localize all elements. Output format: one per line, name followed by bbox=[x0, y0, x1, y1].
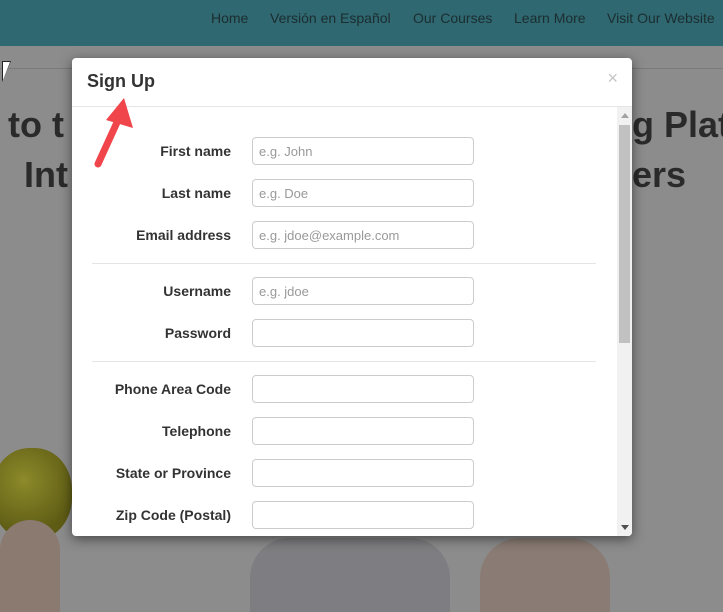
hand-image bbox=[0, 520, 60, 612]
hero-heading-fragment-1: to t bbox=[8, 104, 64, 145]
sign-up-form: First name Last name Email address Usern… bbox=[72, 107, 617, 536]
telephone-field[interactable] bbox=[252, 417, 474, 445]
hero-heading-fragment-2: g Plat bbox=[632, 104, 723, 145]
doctor-image bbox=[250, 538, 450, 612]
mouse-pointer-fill bbox=[3, 62, 10, 80]
hero-heading-fragment-3: Int bbox=[24, 154, 68, 195]
username-field[interactable] bbox=[252, 277, 474, 305]
username-label: Username bbox=[163, 283, 231, 299]
form-row-username: Username bbox=[72, 277, 617, 305]
scroll-down-icon[interactable] bbox=[621, 525, 629, 530]
last-name-field[interactable] bbox=[252, 179, 474, 207]
section-divider bbox=[92, 361, 596, 362]
telephone-label: Telephone bbox=[162, 423, 231, 439]
form-row-zip-code: Zip Code (Postal) bbox=[72, 501, 617, 529]
state-label: State or Province bbox=[115, 465, 231, 481]
email-label: Email address bbox=[136, 227, 231, 243]
form-row-state: State or Province bbox=[72, 459, 617, 487]
nav-link-learn-more[interactable]: Learn More bbox=[514, 10, 586, 26]
form-row-password: Password bbox=[72, 319, 617, 347]
last-name-label: Last name bbox=[161, 185, 231, 201]
email-field[interactable] bbox=[252, 221, 474, 249]
password-field[interactable] bbox=[252, 319, 474, 347]
close-icon[interactable]: × bbox=[607, 68, 618, 89]
hero-heading-fragment-4: ers bbox=[632, 154, 687, 195]
zip-code-field[interactable] bbox=[252, 501, 474, 529]
form-row-email: Email address bbox=[72, 221, 617, 249]
form-row-last-name: Last name bbox=[72, 179, 617, 207]
password-label: Password bbox=[164, 325, 231, 341]
top-navigation-bar: Home Versión en Español Our Courses Lear… bbox=[0, 0, 723, 46]
modal-title: Sign Up bbox=[87, 71, 155, 91]
section-divider bbox=[92, 263, 596, 264]
form-row-telephone: Telephone bbox=[72, 417, 617, 445]
scroll-up-icon[interactable] bbox=[621, 113, 629, 118]
form-row-first-name: First name bbox=[72, 137, 617, 165]
red-arrow-icon bbox=[94, 98, 133, 168]
nav-link-home[interactable]: Home bbox=[211, 10, 248, 26]
phone-area-code-field[interactable] bbox=[252, 375, 474, 403]
modal-scrollbar[interactable] bbox=[617, 107, 632, 536]
modal-header: Sign Up × bbox=[72, 58, 632, 107]
nav-link-spanish-version[interactable]: Versión en Español bbox=[270, 10, 391, 26]
zip-code-label: Zip Code (Postal) bbox=[115, 507, 231, 523]
first-name-field[interactable] bbox=[252, 137, 474, 165]
sign-up-modal: Sign Up × First name Last name Email add… bbox=[72, 58, 632, 536]
nav-link-visit-website[interactable]: Visit Our Website bbox=[607, 10, 715, 26]
first-name-label: First name bbox=[160, 143, 231, 159]
state-field[interactable] bbox=[252, 459, 474, 487]
fist-image bbox=[480, 538, 610, 612]
scrollbar-thumb[interactable] bbox=[619, 125, 630, 343]
form-row-phone-area-code: Phone Area Code bbox=[72, 375, 617, 403]
phone-area-code-label: Phone Area Code bbox=[114, 381, 231, 397]
nav-link-our-courses[interactable]: Our Courses bbox=[413, 10, 492, 26]
